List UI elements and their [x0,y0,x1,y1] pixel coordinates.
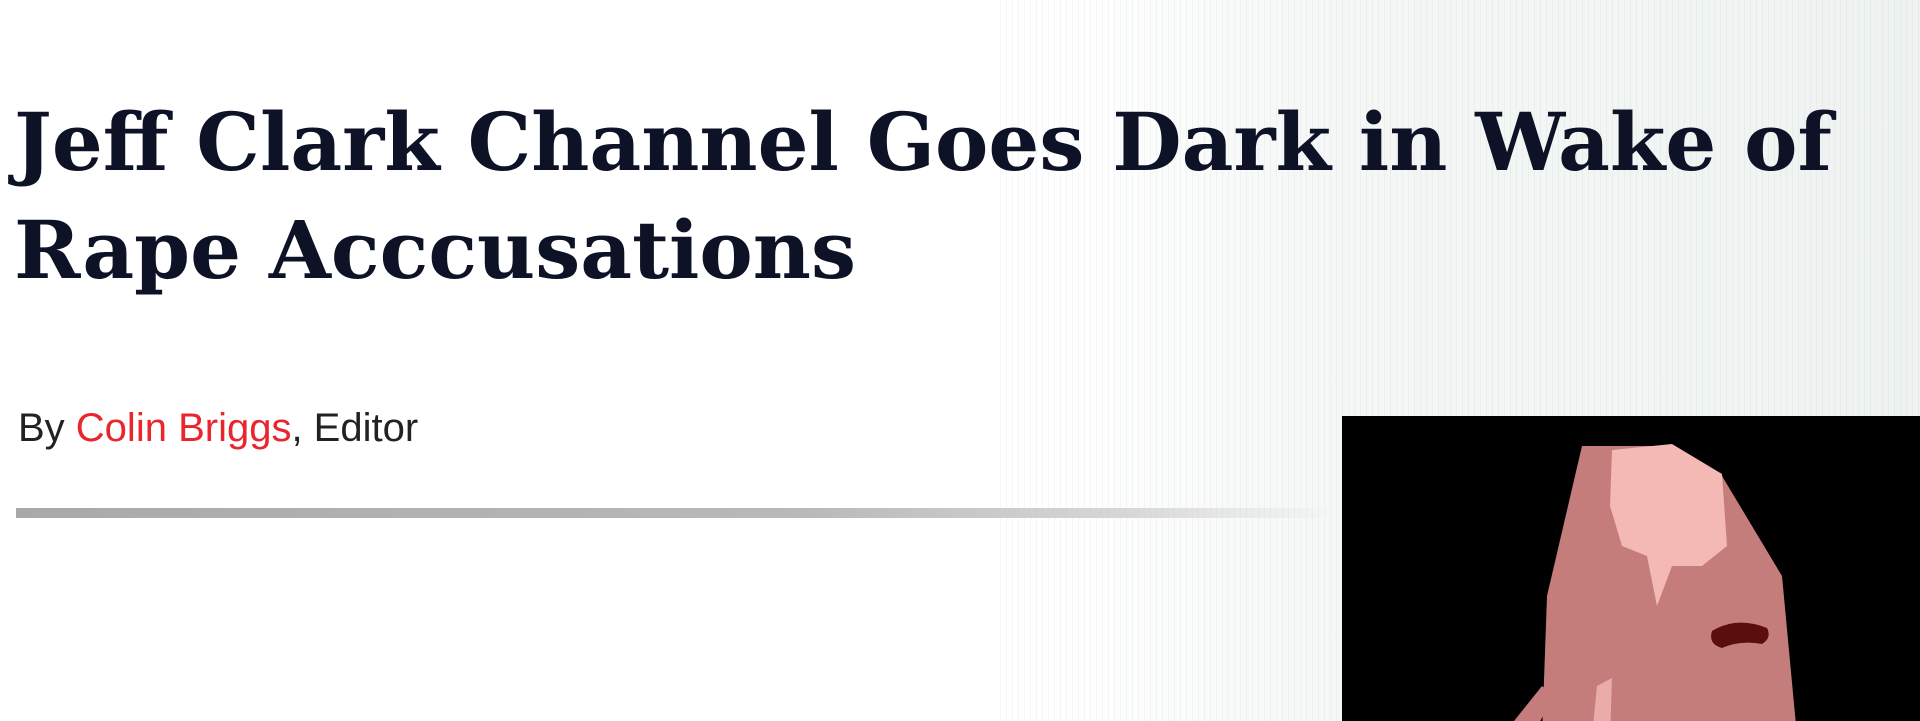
headline-line-1: Jeff Clark Channel Goes Dark in Wake of [14,95,1832,189]
byline: By Colin Briggs, Editor [18,406,418,451]
article-page: Jeff Clark Channel Goes Dark in Wake of … [0,0,1920,721]
headline-line-2: Rape Acccusations [14,203,856,297]
byline-prefix: By [18,406,76,450]
portrait-graphic [1342,416,1920,721]
author-link[interactable]: Colin Briggs [76,406,292,450]
article-headline: Jeff Clark Channel Goes Dark in Wake of … [14,88,1920,304]
byline-suffix: , Editor [291,406,419,450]
article-image[interactable] [1342,416,1920,721]
headline-divider [16,508,1336,518]
